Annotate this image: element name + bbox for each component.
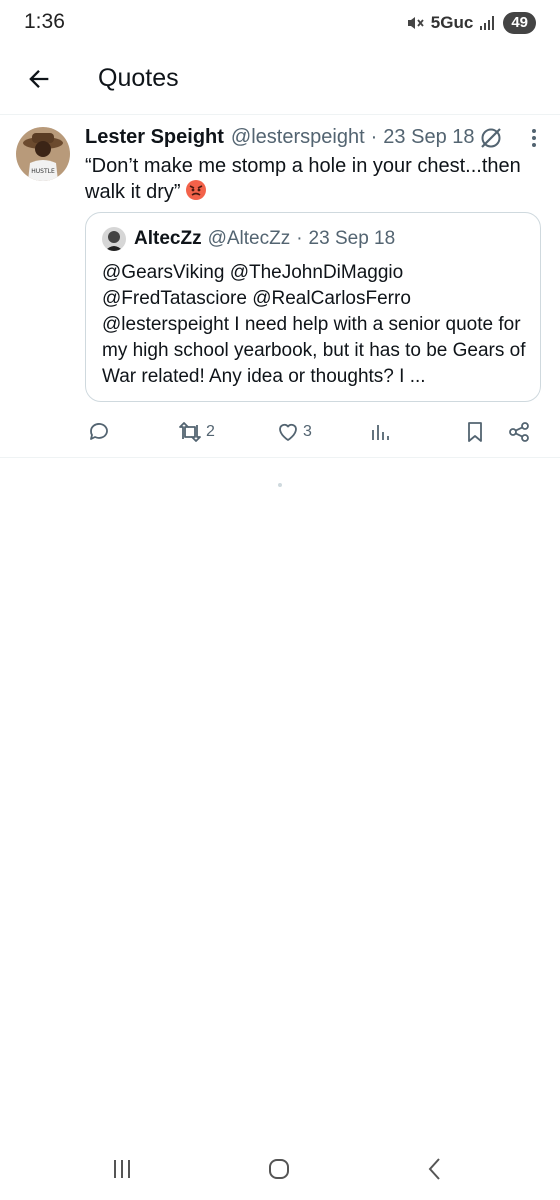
like-count: 3 — [303, 423, 312, 440]
views-bar-chart-icon — [372, 425, 389, 440]
author-name[interactable]: Lester Speight — [85, 126, 224, 149]
avatar-image: HUSTLE — [16, 127, 70, 181]
author-handle[interactable]: @lesterspeight — [231, 126, 365, 149]
like-button[interactable]: 3 — [276, 416, 312, 448]
angry-face-emoji — [185, 179, 207, 208]
grok-icon[interactable] — [478, 125, 504, 151]
heart-icon — [279, 423, 297, 441]
quoted-tweet-card[interactable]: AltecZz @AltecZz · 23 Sep 18 @GearsVikin… — [85, 212, 541, 402]
quote-tweet[interactable]: HUSTLE Lester Speight @lesterspeight · 2… — [0, 115, 560, 458]
home-icon — [269, 1159, 289, 1179]
signal-icon — [480, 16, 495, 30]
header: Quotes — [0, 48, 560, 115]
tweet-header: Lester Speight @lesterspeight · 23 Sep 1… — [85, 126, 475, 149]
quoted-author-handle: @AltecZz — [207, 228, 291, 249]
quoted-tweet-text: @GearsViking @TheJohnDiMaggio @FredTatas… — [102, 262, 526, 387]
page-title: Quotes — [98, 64, 179, 92]
network-label: 5Guc — [430, 13, 474, 32]
more-options-icon[interactable] — [528, 127, 540, 149]
system-back-button[interactable] — [415, 1154, 455, 1184]
quoted-tweet-date: 23 Sep 18 — [308, 228, 396, 249]
tweet-date[interactable]: 23 Sep 18 — [383, 126, 474, 149]
arrow-left-icon — [29, 70, 49, 88]
views-button[interactable] — [368, 416, 395, 448]
tweet-actions: 2 3 — [85, 416, 545, 448]
bookmark-button[interactable] — [463, 416, 487, 448]
retweet-count: 2 — [206, 423, 215, 440]
share-icon — [509, 422, 529, 442]
recents-icon — [114, 1160, 130, 1178]
home-button[interactable] — [259, 1154, 299, 1184]
battery-indicator: 49 — [503, 12, 536, 34]
reply-icon — [90, 423, 108, 440]
quoted-author-avatar — [102, 227, 126, 251]
recents-button[interactable] — [102, 1154, 142, 1184]
retweet-icon — [179, 422, 201, 442]
author-avatar[interactable]: HUSTLE — [16, 127, 70, 181]
quoted-author-name: AltecZz — [134, 228, 202, 249]
mute-icon — [407, 17, 424, 29]
status-icons: 5Guc 49 — [405, 12, 536, 34]
status-bar: 1:36 5Guc 49 — [0, 0, 560, 48]
chevron-left-icon — [428, 1158, 440, 1180]
system-navigation-bar — [0, 1140, 560, 1200]
quoted-separator: · — [296, 228, 303, 249]
tweet-text: “Don’t make me stomp a hole in your ches… — [85, 153, 537, 208]
loading-indicator — [278, 483, 282, 487]
back-button[interactable] — [22, 62, 56, 96]
quoted-tweet-header: AltecZz @AltecZz · 23 Sep 18 — [102, 227, 395, 251]
reply-button[interactable] — [87, 416, 114, 448]
svg-text:HUSTLE: HUSTLE — [31, 168, 55, 175]
tweet-body: “Don’t make me stomp a hole in your ches… — [85, 155, 521, 203]
bookmark-icon — [468, 422, 482, 442]
status-time: 1:36 — [24, 10, 65, 33]
separator: · — [370, 126, 378, 148]
retweet-button[interactable]: 2 — [177, 416, 215, 448]
share-button[interactable] — [507, 416, 531, 448]
